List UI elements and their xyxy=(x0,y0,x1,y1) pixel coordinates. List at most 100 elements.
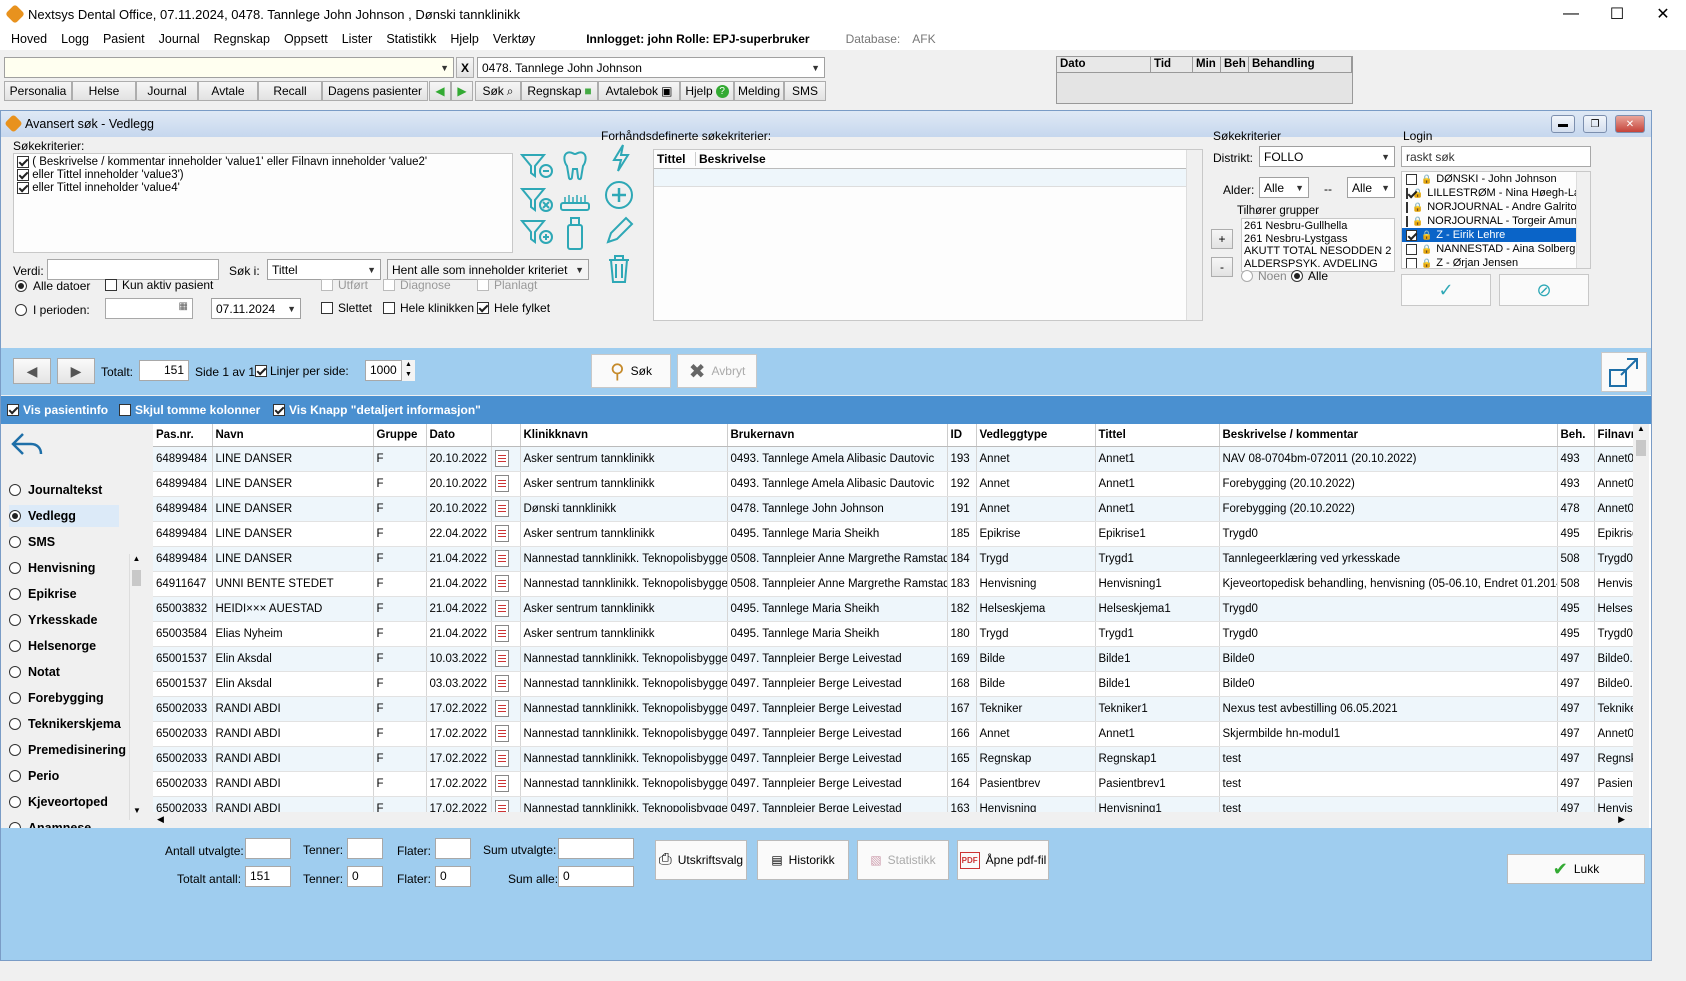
linjer-checkbox[interactable]: Linjer per side: xyxy=(255,364,349,378)
column-header[interactable]: Tittel xyxy=(1095,424,1220,447)
trash-icon[interactable] xyxy=(605,253,633,285)
avtale-button[interactable]: Avtale xyxy=(198,81,258,101)
verdi-input[interactable] xyxy=(47,259,219,280)
dialog-close-button[interactable]: ✕ xyxy=(1615,115,1645,133)
avtalebok-toolbar-button[interactable]: Avtalebok ▣ xyxy=(598,81,680,101)
search-button[interactable]: ⚲ Søk xyxy=(591,354,671,388)
nav-item-kjeveortoped[interactable]: Kjeveortoped xyxy=(9,791,108,813)
column-header[interactable]: Filnavn xyxy=(1594,424,1634,447)
document-icon[interactable] xyxy=(494,750,509,767)
sok-i-combo[interactable]: Tittel ▼ xyxy=(267,259,381,280)
checkbox-icon[interactable] xyxy=(1406,243,1417,255)
nav-item-yrkesskade[interactable]: Yrkesskade xyxy=(9,609,98,631)
nav-item-vedlegg[interactable]: Vedlegg xyxy=(9,505,119,527)
alder-from-combo[interactable]: Alle ▼ xyxy=(1259,177,1309,198)
scroll-down-icon[interactable]: ▼ xyxy=(130,806,144,820)
hele-fylket-checkbox[interactable]: Hele fylket xyxy=(477,301,550,315)
remove-group-button[interactable]: - xyxy=(1211,257,1233,277)
table-row[interactable]: 65002033RANDI ABDIF17.02.2022 Nannestad t… xyxy=(153,721,1634,747)
details-button[interactable] xyxy=(491,471,521,497)
results-vscroll[interactable]: ▲ xyxy=(1633,424,1649,812)
details-button[interactable] xyxy=(491,496,521,522)
table-row[interactable]: 65003584 Elias Nyheim F 21.04.2022 Asker sen… xyxy=(153,621,1634,647)
menu-verktoy[interactable]: Verktøy xyxy=(486,32,542,46)
details-button[interactable] xyxy=(491,771,521,797)
login-item[interactable]: 🔒 Z - Ørjan Jensen xyxy=(1402,256,1576,268)
scroll-right-icon[interactable]: ▶ xyxy=(1618,814,1625,825)
utfort-checkbox[interactable]: Utført xyxy=(321,278,368,292)
minimize-button[interactable]: — xyxy=(1548,0,1594,28)
dentist-combo[interactable]: 0478. Tannlege John Johnson ▼ xyxy=(477,57,825,78)
criteria-checkbox[interactable] xyxy=(17,156,29,168)
apne-pdf-button[interactable]: PDF Åpne pdf-fil xyxy=(957,840,1049,880)
menu-logg[interactable]: Logg xyxy=(54,32,96,46)
journal-button[interactable]: Journal xyxy=(136,81,198,101)
hjelp-toolbar-button[interactable]: Hjelp? xyxy=(680,81,734,101)
confirm-login-button[interactable]: ✓ xyxy=(1401,274,1491,306)
document-icon[interactable] xyxy=(494,575,509,592)
melding-toolbar-button[interactable]: Melding xyxy=(734,81,784,101)
menu-regnskap[interactable]: Regnskap xyxy=(207,32,277,46)
details-button[interactable] xyxy=(491,696,521,722)
login-item[interactable]: 🔒 Z - Eirik Lehre xyxy=(1402,228,1576,242)
document-icon[interactable] xyxy=(494,675,509,692)
column-header[interactable]: Beh. xyxy=(1557,424,1595,447)
column-header[interactable]: Brukernavn xyxy=(727,424,948,447)
details-button[interactable] xyxy=(491,571,521,597)
nav-item-epikrise[interactable]: Epikrise xyxy=(9,583,77,605)
predef-scrollbar[interactable] xyxy=(1186,150,1202,320)
checkbox-icon[interactable] xyxy=(1406,229,1417,241)
login-item[interactable]: 🔒 DØNSKI - John Johnson xyxy=(1402,172,1576,186)
skjul-tomme-checkbox[interactable]: Skjul tomme kolonner xyxy=(119,403,260,417)
back-navigation-icon[interactable] xyxy=(9,430,45,458)
edit-pencil-icon[interactable] xyxy=(603,215,635,247)
details-button[interactable] xyxy=(491,521,521,547)
expand-button[interactable] xyxy=(1601,352,1647,392)
column-header[interactable]: Vedleggtype xyxy=(976,424,1096,447)
document-icon[interactable] xyxy=(494,700,509,717)
column-header[interactable]: Beskrivelse / kommentar xyxy=(1219,424,1558,447)
table-row[interactable]: 64899484 LINE DANSER F 20.10.2022 Dønski tan… xyxy=(153,496,1634,522)
dialog-restore-button[interactable]: ❐ xyxy=(1583,115,1607,133)
predef-row[interactable] xyxy=(654,169,1187,187)
document-icon[interactable] xyxy=(494,625,509,642)
recall-button[interactable]: Recall xyxy=(258,81,322,101)
details-button[interactable] xyxy=(491,621,521,647)
login-item[interactable]: 🔒 LILLESTRØM - Nina Høegh-La xyxy=(1402,186,1576,200)
table-row[interactable]: 64899484 LINE DANSER F 21.04.2022 Nannestad … xyxy=(153,546,1634,572)
login-list[interactable]: 🔒 DØNSKI - John Johnson 🔒 LILLESTRØM - Nina… xyxy=(1401,171,1591,269)
slettet-checkbox[interactable]: Slettet xyxy=(321,301,372,315)
nav-item-anamnese[interactable]: Anamnese xyxy=(9,817,91,828)
document-icon[interactable] xyxy=(494,450,509,467)
login-search-input[interactable] xyxy=(1401,146,1591,167)
criteria-item[interactable]: eller Tittel inneholder 'value4' xyxy=(17,182,509,195)
sok-toolbar-button[interactable]: Søk ⌕ xyxy=(475,81,521,101)
criteria-item[interactable]: eller Tittel inneholder 'value3') xyxy=(17,169,509,182)
table-row[interactable]: 65002033RANDI ABDIF17.02.2022 Nannestad t… xyxy=(153,771,1634,797)
date-from-input[interactable]: ▦ xyxy=(105,298,193,319)
table-row[interactable]: 64911647 UNNI BENTE STEDET F 21.04.2022 Nann… xyxy=(153,571,1634,597)
table-row[interactable]: 64899484 LINE DANSER F 22.04.2022 Asker sent… xyxy=(153,521,1634,547)
distrikt-combo[interactable]: FOLLO ▼ xyxy=(1259,146,1395,167)
document-icon[interactable] xyxy=(494,725,509,742)
criteria-checkbox[interactable] xyxy=(17,169,29,182)
maximize-button[interactable]: ☐ xyxy=(1594,0,1640,28)
historikk-button[interactable]: ▤ Historikk xyxy=(757,840,849,880)
linjer-spinner[interactable]: ▲ ▼ xyxy=(401,360,415,381)
left-nav-scrollbar[interactable]: ▲ ▼ xyxy=(129,554,143,820)
lightning-icon[interactable] xyxy=(609,143,633,173)
alle-datoer-radio[interactable]: Alle datoer xyxy=(15,279,90,293)
menu-oppsett[interactable]: Oppsett xyxy=(277,32,335,46)
results-hscroll[interactable]: ◀ ▶ xyxy=(153,812,1649,828)
alder-to-combo[interactable]: Alle ▼ xyxy=(1347,177,1395,198)
table-row[interactable]: 65001537 Elin Aksdal F 10.03.2022 Nannestad … xyxy=(153,646,1634,672)
forward-arrow-icon[interactable]: ▶ xyxy=(451,81,473,101)
nav-item-premedisinering[interactable]: Premedisinering xyxy=(9,739,126,761)
checkbox-icon[interactable] xyxy=(1406,257,1417,268)
planlagt-checkbox[interactable]: Planlagt xyxy=(477,278,537,292)
column-header[interactable]: Pas.nr. xyxy=(153,424,213,447)
results-grid[interactable]: Pas.nr. Navn Gruppe Dato Klinikknavn Brukerna… xyxy=(153,424,1651,828)
details-button[interactable] xyxy=(491,446,521,472)
checkbox-icon[interactable] xyxy=(1406,173,1417,185)
table-row[interactable]: 64899484 LINE DANSER F 20.10.2022 Asker sent… xyxy=(153,446,1634,472)
